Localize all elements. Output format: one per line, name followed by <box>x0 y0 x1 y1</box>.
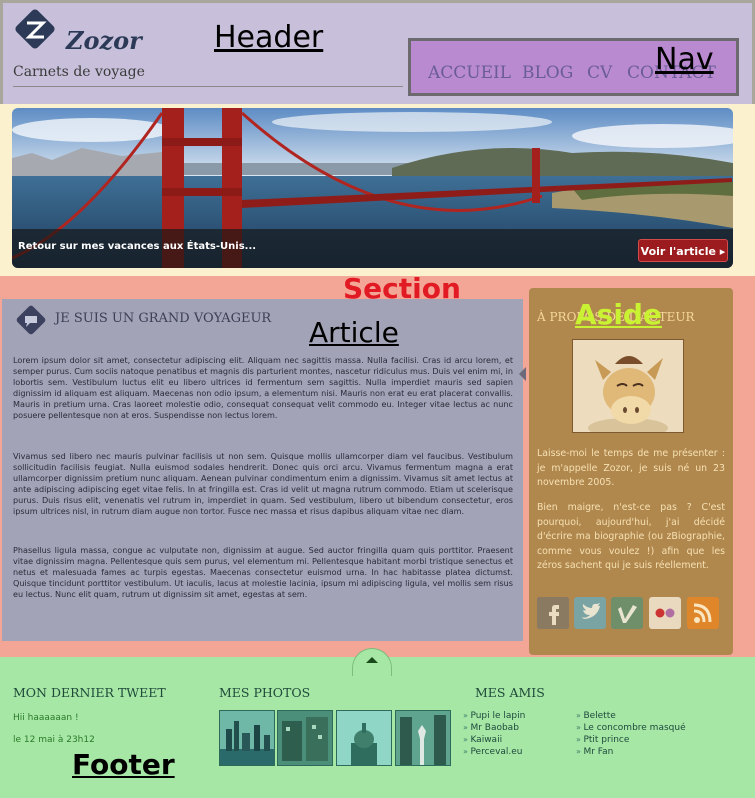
view-article-label: Voir l'article <box>640 245 716 258</box>
header-annotation: Header <box>214 20 324 55</box>
nav-item-cv[interactable]: CV <box>587 63 612 83</box>
photos-title: MES PHOTOS <box>219 685 311 700</box>
friend-link[interactable]: Belette <box>576 711 615 721</box>
view-article-button[interactable]: Voir l'article ▸ <box>638 239 728 262</box>
tweet-date: le 12 mai à 23h12 <box>13 735 95 745</box>
brand-name[interactable]: Zozor <box>66 26 142 55</box>
aside-paragraph: Laisse-moi le temps de me présenter : je… <box>537 448 725 489</box>
photo-thumbnail[interactable] <box>395 710 451 766</box>
article-annotation: Article <box>309 316 399 349</box>
arrow-left-icon <box>519 367 526 381</box>
friend-link[interactable]: Kaiwaii <box>463 735 502 745</box>
friend-link[interactable]: Pupi le lapin <box>463 711 525 721</box>
article-title: JE SUIS UN GRAND VOYAGEUR <box>55 311 272 326</box>
chevron-up-icon <box>366 657 378 663</box>
tagline: Carnets de voyage <box>13 64 403 87</box>
facebook-icon[interactable] <box>537 597 569 629</box>
friend-link[interactable]: Ptit prince <box>576 735 629 745</box>
logo-icon[interactable] <box>14 8 56 50</box>
friend-link[interactable]: Mr Baobab <box>463 723 518 733</box>
article-paragraph: Lorem ipsum dolor sit amet, consectetur … <box>13 355 513 420</box>
rss-icon[interactable] <box>687 597 719 629</box>
photo-thumbnail[interactable] <box>219 710 275 766</box>
friend-link[interactable]: Le concombre masqué <box>576 723 685 733</box>
twitter-icon[interactable] <box>574 597 606 629</box>
nav-annotation: Nav <box>655 42 714 77</box>
speech-bubble-icon <box>14 303 48 337</box>
footer-annotation: Footer <box>72 748 175 781</box>
photo-thumbnail[interactable] <box>336 710 392 766</box>
tweet-text: Hii haaaaaan ! <box>13 713 79 723</box>
avatar <box>572 339 684 438</box>
aside-annotation: Aside <box>575 298 662 331</box>
nav-item-blog[interactable]: BLOG <box>522 63 573 83</box>
friend-link[interactable]: Mr Fan <box>576 747 613 757</box>
hero-caption: Retour sur mes vacances aux États-Unis..… <box>18 241 257 252</box>
friend-link[interactable]: Perceval.eu <box>463 747 522 757</box>
photo-thumbnail[interactable] <box>277 710 333 766</box>
article-paragraph: Phasellus ligula massa, congue ac vulput… <box>13 545 513 599</box>
flickr-icon[interactable] <box>649 597 681 629</box>
vimeo-icon[interactable] <box>611 597 643 629</box>
nav-item-accueil[interactable]: ACCUEIL <box>428 63 511 83</box>
aside-paragraph: Bien maigre, n'est-ce pas ? C'est pourqu… <box>537 502 725 572</box>
article-paragraph: Vivamus sed libero nec mauris pulvinar f… <box>13 451 513 516</box>
friends-title: MES AMIS <box>475 685 545 700</box>
tweet-title: MON DERNIER TWEET <box>13 685 166 700</box>
arrow-right-icon: ▸ <box>719 245 726 258</box>
